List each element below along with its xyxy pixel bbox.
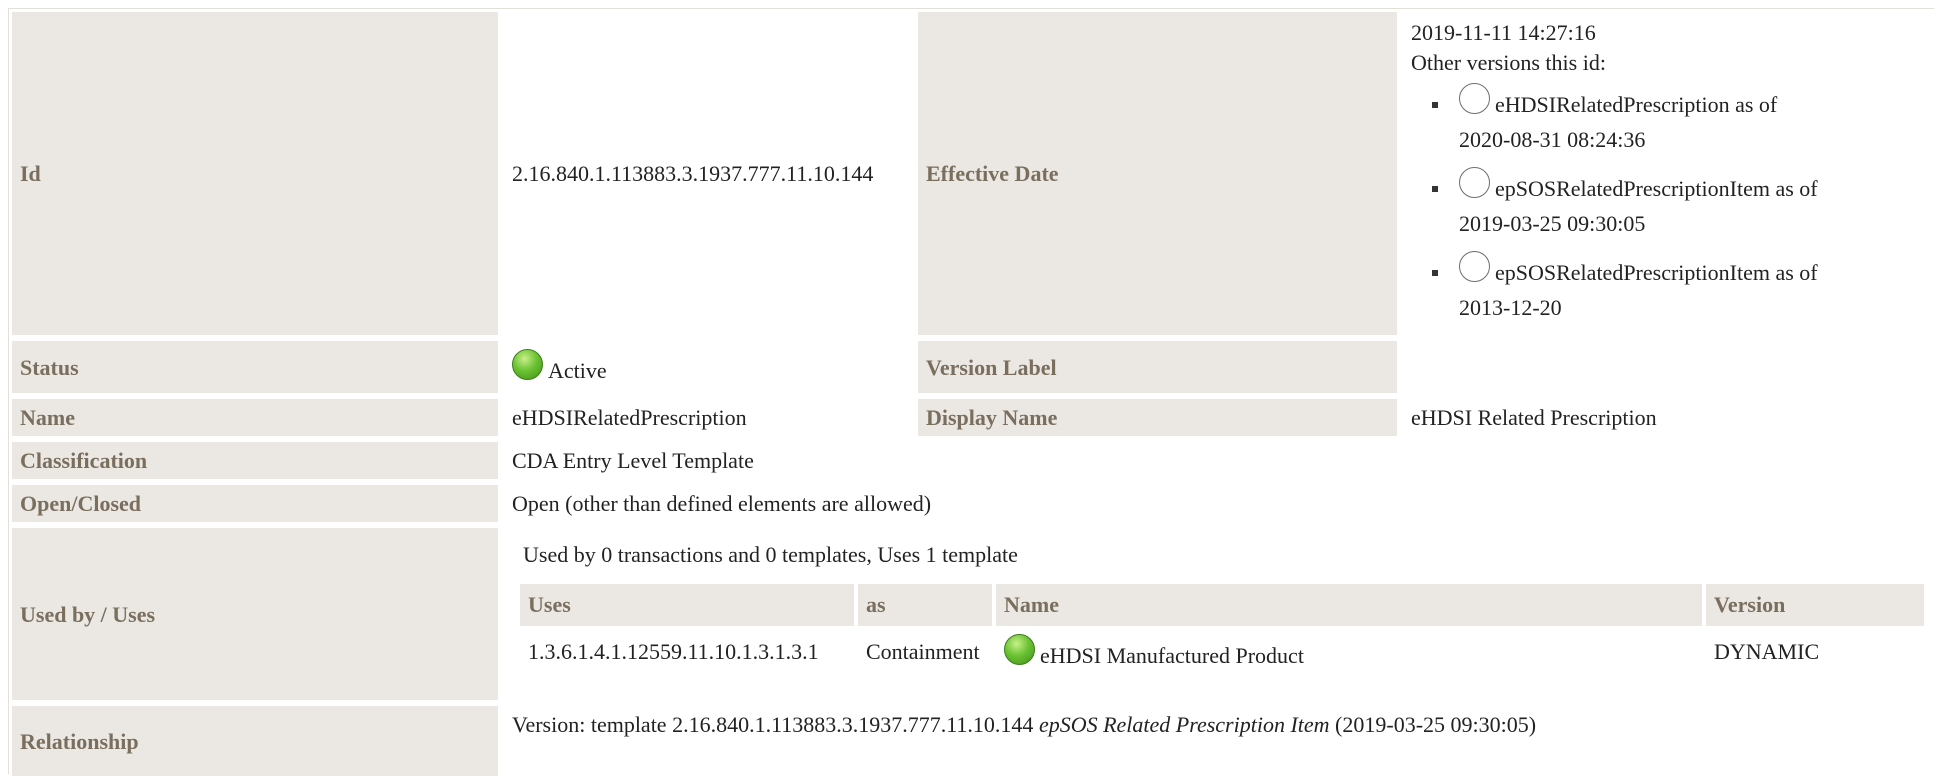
green-status-circle-icon [1004, 633, 1035, 665]
other-version-as-of: as of [1735, 92, 1778, 118]
as-cell: Containment [866, 639, 980, 665]
label-classification: Classification [12, 442, 498, 480]
label-open-closed: Open/Closed [12, 485, 498, 523]
label-name: Name [12, 399, 498, 437]
row-name: Name eHDSIRelatedPrescription Display Na… [12, 399, 1928, 437]
value-classification: CDA Entry Level Template [504, 442, 1928, 480]
uses-cell[interactable]: 1.3.6.1.4.1.12559.11.10.1.3.1.3.1 [520, 630, 854, 675]
green-status-circle-icon [512, 349, 543, 381]
other-version-name: epSOSRelatedPrescriptionItem [1495, 176, 1770, 202]
label-relationship: Relationship [12, 706, 498, 777]
name-col-header: Name [996, 584, 1702, 626]
value-effective-date: 2019-11-11 14:27:16 Other versions this … [1403, 12, 1928, 336]
status-text: Active [548, 358, 607, 384]
row-relationship: Relationship Version: template 2.16.840.… [12, 706, 1928, 777]
table-row: 1.3.6.1.4.1.12559.11.10.1.3.1.3.1 Contai… [520, 630, 1924, 675]
other-version-name: epSOSRelatedPrescriptionItem [1495, 260, 1770, 286]
uses-table: Uses as Name Version 1.3.6.1.4.1.12559.1… [516, 580, 1928, 678]
uses-table-header: Uses as Name Version [520, 584, 1924, 626]
other-version-date: 2013-12-20 [1459, 295, 1562, 321]
other-version-item[interactable]: eHDSIRelatedPrescription as of 2020-08-3… [1411, 83, 1928, 157]
label-id: Id [12, 12, 498, 336]
value-open-closed: Open (other than defined elements are al… [504, 485, 1928, 523]
row-id: Id 2.16.840.1.113883.3.1937.777.11.10.14… [12, 12, 1928, 336]
relationship-date: (2019-03-25 09:30:05) [1335, 712, 1537, 738]
label-display-name: Display Name [918, 399, 1397, 437]
value-relationship: Version: template 2.16.840.1.113883.3.19… [504, 706, 1928, 777]
name-cell-text: eHDSI Manufactured Product [1040, 642, 1304, 668]
value-status: Active [504, 341, 912, 394]
version-cell: DYNAMIC [1714, 639, 1820, 665]
used-by-summary: Used by 0 transactions and 0 templates, … [523, 542, 1018, 568]
row-status: Status Active Version Label [12, 341, 1928, 394]
effective-date-text: 2019-11-11 14:27:16 [1411, 20, 1596, 45]
template-details-table: Id 2.16.840.1.113883.3.1937.777.11.10.14… [6, 6, 1934, 782]
name-cell[interactable]: eHDSI Manufactured Product [996, 630, 1702, 675]
other-version-name: eHDSIRelatedPrescription [1495, 92, 1730, 118]
other-version-as-of: as of [1775, 260, 1818, 286]
other-version-as-of: as of [1775, 176, 1818, 202]
other-version-item[interactable]: epSOSRelatedPrescriptionItem as of 2019-… [1411, 167, 1928, 241]
empty-circle-icon [1459, 83, 1490, 115]
value-id: 2.16.840.1.113883.3.1937.777.11.10.144 [504, 12, 912, 336]
relationship-template-link[interactable]: epSOS Related Prescription Item [1039, 712, 1330, 737]
empty-circle-icon [1459, 167, 1490, 199]
value-version-label [1403, 341, 1928, 394]
label-status: Status [12, 341, 498, 394]
other-version-date: 2020-08-31 08:24:36 [1459, 127, 1646, 153]
row-classification: Classification CDA Entry Level Template [12, 442, 1928, 480]
label-used-by-uses: Used by / Uses [12, 528, 498, 701]
label-effective-date: Effective Date [918, 12, 1397, 336]
empty-circle-icon [1459, 251, 1490, 283]
as-col-header: as [858, 584, 992, 626]
relationship-prefix: Version: template 2.16.840.1.113883.3.19… [512, 712, 1034, 738]
value-name: eHDSIRelatedPrescription [504, 399, 912, 437]
uses-col-header: Uses [520, 584, 854, 626]
row-open-closed: Open/Closed Open (other than defined ele… [12, 485, 1928, 523]
value-display-name: eHDSI Related Prescription [1403, 399, 1928, 437]
other-version-date: 2019-03-25 09:30:05 [1459, 211, 1646, 237]
row-used-by-uses: Used by / Uses Used by 0 transactions an… [12, 528, 1928, 701]
other-version-item[interactable]: epSOSRelatedPrescriptionItem as of 2013-… [1411, 251, 1928, 325]
version-col-header: Version [1706, 584, 1924, 626]
value-used-by-uses: Used by 0 transactions and 0 templates, … [504, 528, 1928, 701]
other-versions-label: Other versions this id: [1411, 49, 1606, 75]
other-versions-list: eHDSIRelatedPrescription as of 2020-08-3… [1411, 83, 1928, 325]
label-version-label: Version Label [918, 341, 1397, 394]
